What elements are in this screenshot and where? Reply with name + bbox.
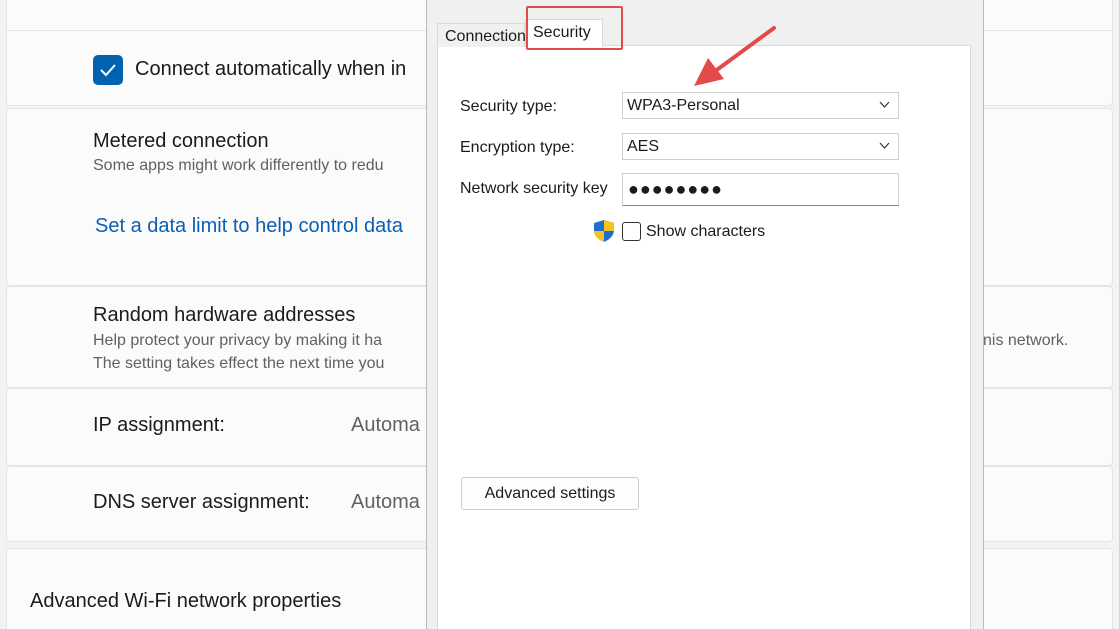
encryption-type-value: AES <box>627 138 660 155</box>
advanced-settings-button[interactable]: Advanced settings <box>461 477 639 510</box>
ip-assignment-label: IP assignment: <box>93 414 225 436</box>
show-characters-label[interactable]: Show characters <box>646 223 765 241</box>
random-hw-title: Random hardware addresses <box>93 304 356 326</box>
random-hw-desc-line1-tail: nis network. <box>983 332 1069 349</box>
ip-assignment-value: Automa <box>351 414 420 436</box>
chevron-down-icon <box>879 142 890 149</box>
connect-auto-label: Connect automatically when in <box>135 58 407 80</box>
chevron-down-icon <box>879 101 890 108</box>
metered-desc: Some apps might work differently to redu <box>93 157 384 174</box>
tab-connection[interactable]: Connection <box>437 23 526 47</box>
random-hw-desc-line2: The setting takes effect the next time y… <box>93 355 385 372</box>
dns-assignment-label: DNS server assignment: <box>93 491 310 513</box>
security-type-select[interactable]: WPA3-Personal <box>622 92 899 119</box>
checkmark-icon <box>100 64 116 77</box>
advanced-wifi-title: Advanced Wi-Fi network properties <box>30 590 342 612</box>
security-type-label: Security type: <box>460 98 557 115</box>
security-type-value: WPA3-Personal <box>627 97 740 114</box>
uac-shield-icon <box>594 220 614 242</box>
show-characters-checkbox[interactable] <box>622 222 641 241</box>
encryption-type-label: Encryption type: <box>460 139 575 156</box>
security-tab-highlight <box>526 6 623 50</box>
metered-title: Metered connection <box>93 130 269 152</box>
network-key-label: Network security key <box>460 180 608 197</box>
data-limit-link[interactable]: Set a data limit to help control data <box>95 215 403 238</box>
connect-auto-checkbox[interactable] <box>93 55 123 85</box>
encryption-type-select[interactable]: AES <box>622 133 899 160</box>
annotation-arrow-icon <box>694 26 776 86</box>
network-key-input[interactable]: ●●●●●●●● <box>622 173 899 206</box>
random-hw-desc-line1: Help protect your privacy by making it h… <box>93 332 383 349</box>
dns-assignment-value: Automa <box>351 491 420 513</box>
